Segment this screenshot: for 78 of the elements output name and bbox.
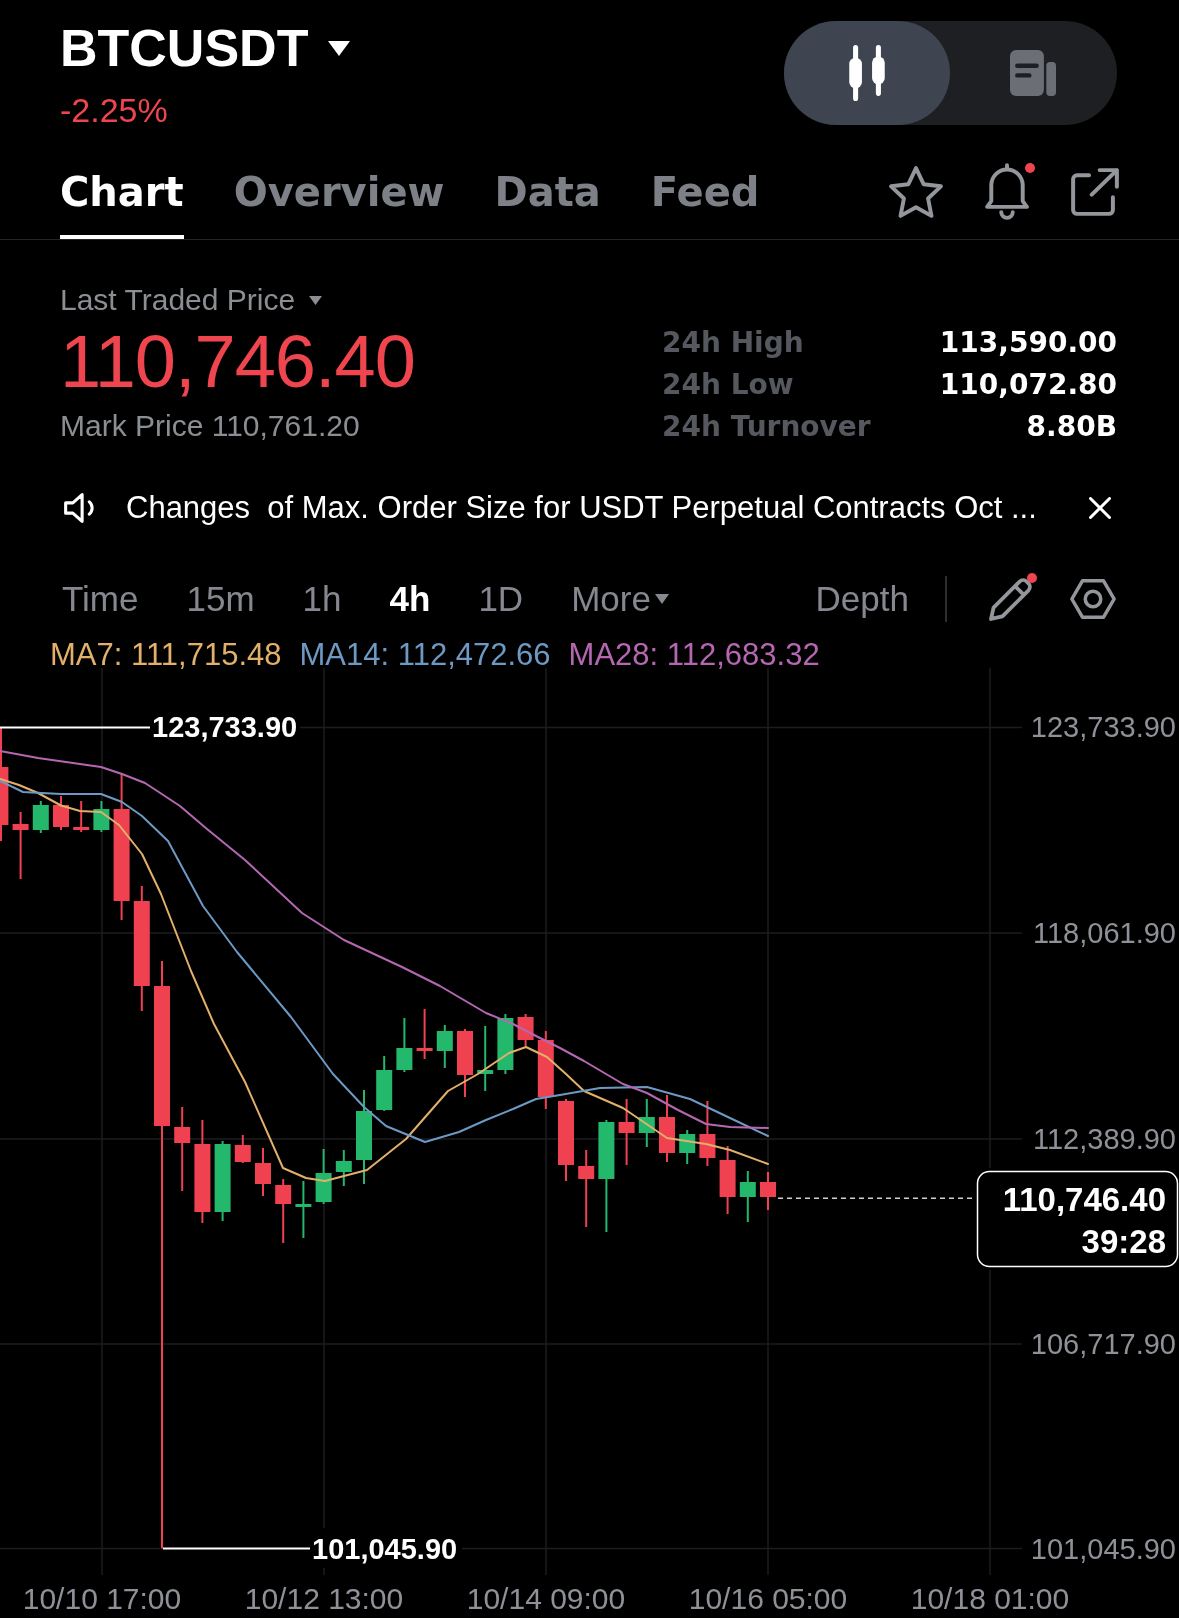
pencil-icon[interactable] bbox=[989, 577, 1032, 621]
stat-value: 113,590.00 bbox=[939, 325, 1117, 361]
candle bbox=[396, 1017, 413, 1073]
depth-tab[interactable]: Depth bbox=[815, 579, 909, 619]
candle bbox=[739, 1170, 756, 1223]
candle bbox=[93, 800, 110, 833]
candle bbox=[32, 800, 49, 834]
candle bbox=[760, 1171, 776, 1211]
interval-tab[interactable]: 1h bbox=[302, 579, 342, 619]
candle bbox=[275, 1178, 292, 1244]
candle bbox=[255, 1147, 271, 1197]
section-tab[interactable]: Feed bbox=[650, 171, 760, 239]
candle bbox=[618, 1098, 635, 1166]
price-change: -2.25% bbox=[60, 93, 168, 127]
caret-icon bbox=[328, 40, 351, 56]
moving-average-label: MA28: 112,683.32 bbox=[568, 642, 820, 668]
document-icon bbox=[1010, 50, 1056, 96]
candle bbox=[315, 1148, 332, 1205]
moving-average-label: MA7: 111,715.48 bbox=[50, 642, 282, 668]
stat-label: 24h High bbox=[662, 325, 805, 361]
stat-label: 24h Turnover bbox=[662, 409, 871, 445]
x-axis-label: 10/10 17:00 bbox=[22, 1582, 182, 1615]
star-icon[interactable] bbox=[889, 165, 943, 218]
interval-tab[interactable]: 4h bbox=[389, 579, 431, 619]
candle bbox=[416, 1008, 433, 1060]
y-axis-label: 106,717.90 bbox=[1030, 1328, 1176, 1360]
y-axis-label: 118,061.90 bbox=[1033, 917, 1176, 949]
interval-tab[interactable]: 15m bbox=[186, 579, 255, 619]
candle bbox=[719, 1145, 736, 1215]
candle bbox=[497, 1013, 514, 1075]
candle bbox=[699, 1100, 716, 1167]
caret-icon bbox=[654, 594, 669, 604]
price-type-selector[interactable]: Last Traded Price bbox=[60, 284, 323, 316]
external-link-icon[interactable] bbox=[1071, 167, 1119, 216]
candle bbox=[335, 1149, 352, 1187]
stat-value: 8.80B bbox=[1026, 409, 1117, 445]
candle bbox=[234, 1134, 251, 1164]
announcement-text[interactable]: Changes of Max. Order Size for USDT Perpetual Contracts Oct ... bbox=[126, 490, 1037, 526]
candle bbox=[517, 1013, 534, 1047]
candle bbox=[53, 795, 69, 831]
candle bbox=[457, 1028, 473, 1098]
y-axis-label: 101,045.90 bbox=[1030, 1532, 1176, 1565]
countdown-timer: 39:28 bbox=[1081, 1223, 1166, 1260]
candle bbox=[679, 1129, 696, 1165]
section-tab[interactable]: Data bbox=[494, 171, 601, 239]
caret-icon bbox=[309, 295, 323, 305]
settings-icon[interactable] bbox=[1070, 579, 1116, 619]
candle bbox=[12, 811, 29, 880]
x-axis-label: 10/12 13:00 bbox=[244, 1582, 404, 1615]
candle bbox=[477, 1025, 494, 1092]
y-axis-label: 123,733.90 bbox=[1030, 711, 1176, 744]
symbol-selector[interactable]: BTCUSDT bbox=[60, 22, 351, 74]
candle bbox=[638, 1098, 655, 1148]
y-axis-label: 112,389.90 bbox=[1033, 1123, 1176, 1155]
high-price-label: 123,733.90 bbox=[152, 711, 298, 744]
candle bbox=[659, 1094, 675, 1163]
candle bbox=[295, 1180, 312, 1239]
x-axis-label: 10/14 09:00 bbox=[466, 1582, 626, 1615]
last-price: 110,746.40 bbox=[60, 325, 415, 399]
interval-tab[interactable]: 1D bbox=[478, 579, 524, 619]
moving-average-label: MA14: 112,472.66 bbox=[299, 642, 551, 668]
section-tab[interactable]: Chart bbox=[60, 171, 184, 239]
close-icon[interactable] bbox=[1089, 497, 1111, 519]
low-price-label: 101,045.90 bbox=[312, 1532, 458, 1565]
x-axis-label: 10/16 05:00 bbox=[688, 1582, 848, 1615]
stat-label: 24h Low bbox=[662, 367, 795, 403]
mark-price: Mark Price 110,761.20 bbox=[60, 410, 360, 442]
candle bbox=[376, 1055, 393, 1112]
section-tab[interactable]: Overview bbox=[233, 171, 445, 239]
interval-tab[interactable]: Time bbox=[62, 579, 139, 619]
bell-icon[interactable] bbox=[985, 163, 1029, 220]
price-tag-value: 110,746.40 bbox=[1002, 1181, 1166, 1218]
candle bbox=[436, 1024, 453, 1069]
stat-value: 110,072.80 bbox=[939, 367, 1117, 403]
candle bbox=[73, 800, 90, 833]
candlestick-icon bbox=[848, 45, 886, 101]
more-menu-button[interactable]: More bbox=[571, 579, 669, 619]
x-axis-label: 10/18 01:00 bbox=[910, 1582, 1070, 1615]
